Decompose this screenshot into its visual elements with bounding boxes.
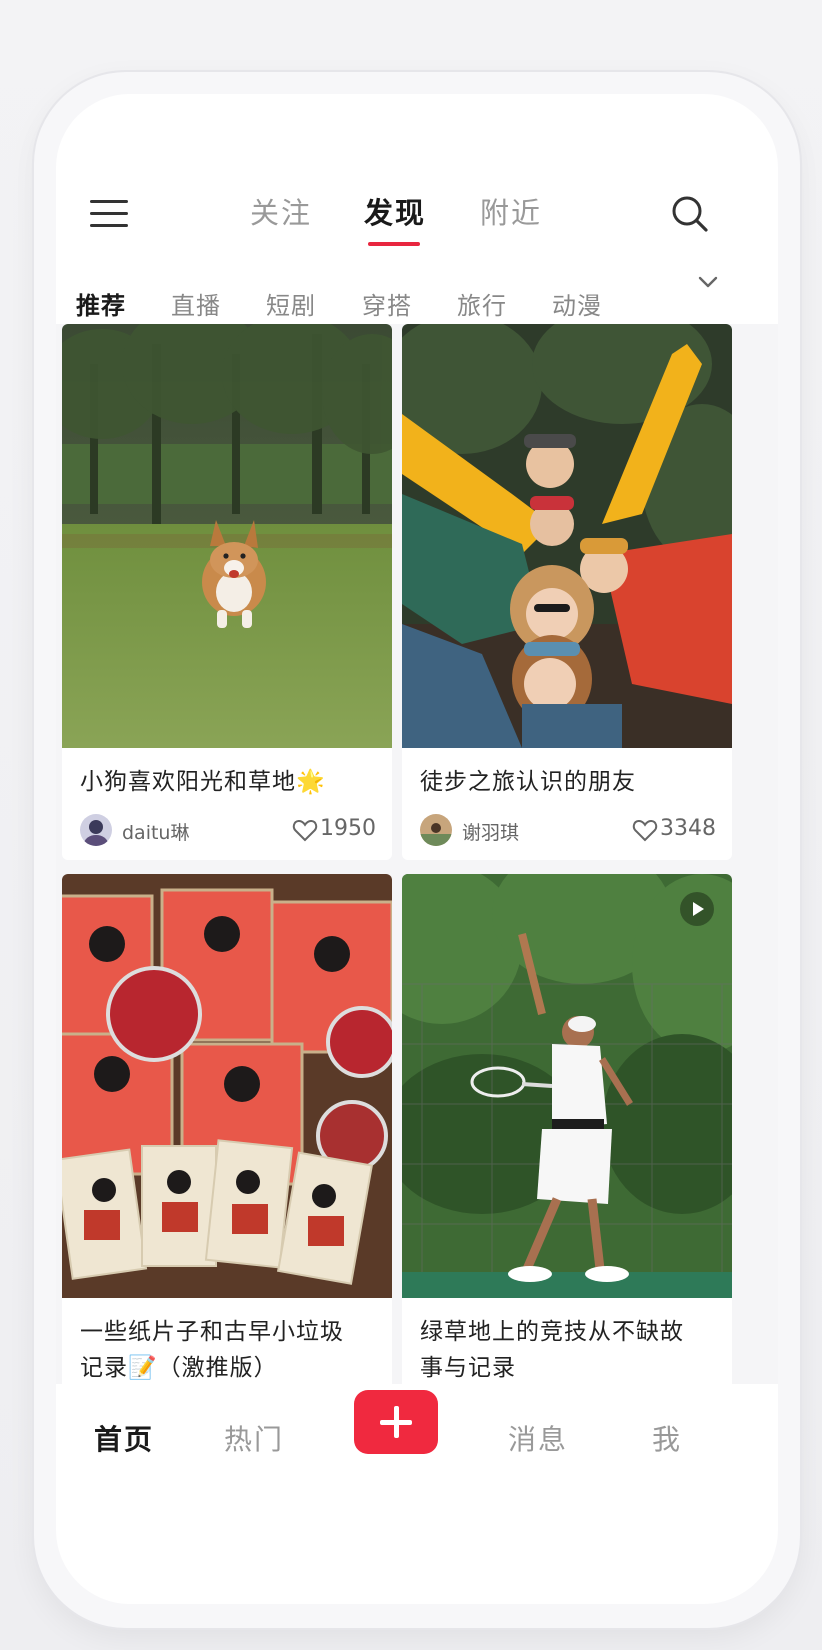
top-navigation: 关注 发现 附近 <box>56 94 778 264</box>
category-live[interactable]: 直播 <box>171 286 221 321</box>
category-travel[interactable]: 旅行 <box>457 286 507 321</box>
card-image <box>62 324 392 748</box>
bottom-navigation: 首页 热门 消息 我 <box>56 1384 778 1504</box>
nav-trending[interactable]: 热门 <box>224 1418 284 1458</box>
category-anime[interactable]: 动漫 <box>552 286 602 321</box>
card-meta: daitu琳 1950 <box>80 814 376 848</box>
author-name[interactable]: daitu琳 <box>122 818 189 845</box>
category-bar: 推荐 直播 短剧 穿搭 旅行 动漫 <box>56 260 778 326</box>
feed-card[interactable]: 徒步之旅认识的朋友 谢羽琪 3348 <box>402 324 732 860</box>
nav-messages[interactable]: 消息 <box>508 1418 568 1458</box>
heart-icon[interactable] <box>632 818 658 842</box>
category-outfit[interactable]: 穿搭 <box>362 286 412 321</box>
card-title-line2: 事与记录 <box>420 1355 516 1381</box>
category-short-drama[interactable]: 短剧 <box>266 286 316 321</box>
card-title: 徒步之旅认识的朋友 <box>420 769 636 795</box>
avatar[interactable] <box>80 814 112 846</box>
tab-nearby[interactable]: 附近 <box>480 190 542 232</box>
active-tab-indicator <box>368 242 420 246</box>
nav-me[interactable]: 我 <box>652 1418 682 1458</box>
play-icon <box>680 892 714 926</box>
card-image <box>402 324 732 748</box>
tab-follow[interactable]: 关注 <box>250 190 312 232</box>
search-icon[interactable] <box>670 194 710 234</box>
card-title-line1: 绿草地上的竞技从不缺故 <box>420 1319 684 1345</box>
author-name[interactable]: 谢羽琪 <box>462 818 519 845</box>
avatar[interactable] <box>420 814 452 846</box>
like-count: 1950 <box>320 816 376 841</box>
app-screen: 关注 发现 附近 推荐 直播 短剧 穿搭 旅行 动漫 小狗喜欢阳光和草地🌟 da… <box>56 94 778 1604</box>
category-recommend[interactable]: 推荐 <box>76 286 126 321</box>
card-title: 小狗喜欢阳光和草地🌟 <box>80 769 326 795</box>
card-image <box>62 874 392 1298</box>
chevron-down-icon[interactable] <box>696 270 720 294</box>
card-meta: 谢羽琪 3348 <box>420 814 716 848</box>
card-image <box>402 874 732 1298</box>
card-title-line1: 一些纸片子和古早小垃圾 <box>80 1319 344 1345</box>
nav-home[interactable]: 首页 <box>94 1418 154 1458</box>
like-count: 3348 <box>660 816 716 841</box>
feed-grid: 小狗喜欢阳光和草地🌟 daitu琳 1950 徒步之旅认识的朋友 谢羽琪 334… <box>56 324 778 1504</box>
heart-icon[interactable] <box>292 818 318 842</box>
publish-button[interactable] <box>354 1390 438 1454</box>
feed-card[interactable]: 小狗喜欢阳光和草地🌟 daitu琳 1950 <box>62 324 392 860</box>
card-title-line2: 记录📝（激推版） <box>80 1355 278 1381</box>
tab-discover[interactable]: 发现 <box>364 190 426 232</box>
